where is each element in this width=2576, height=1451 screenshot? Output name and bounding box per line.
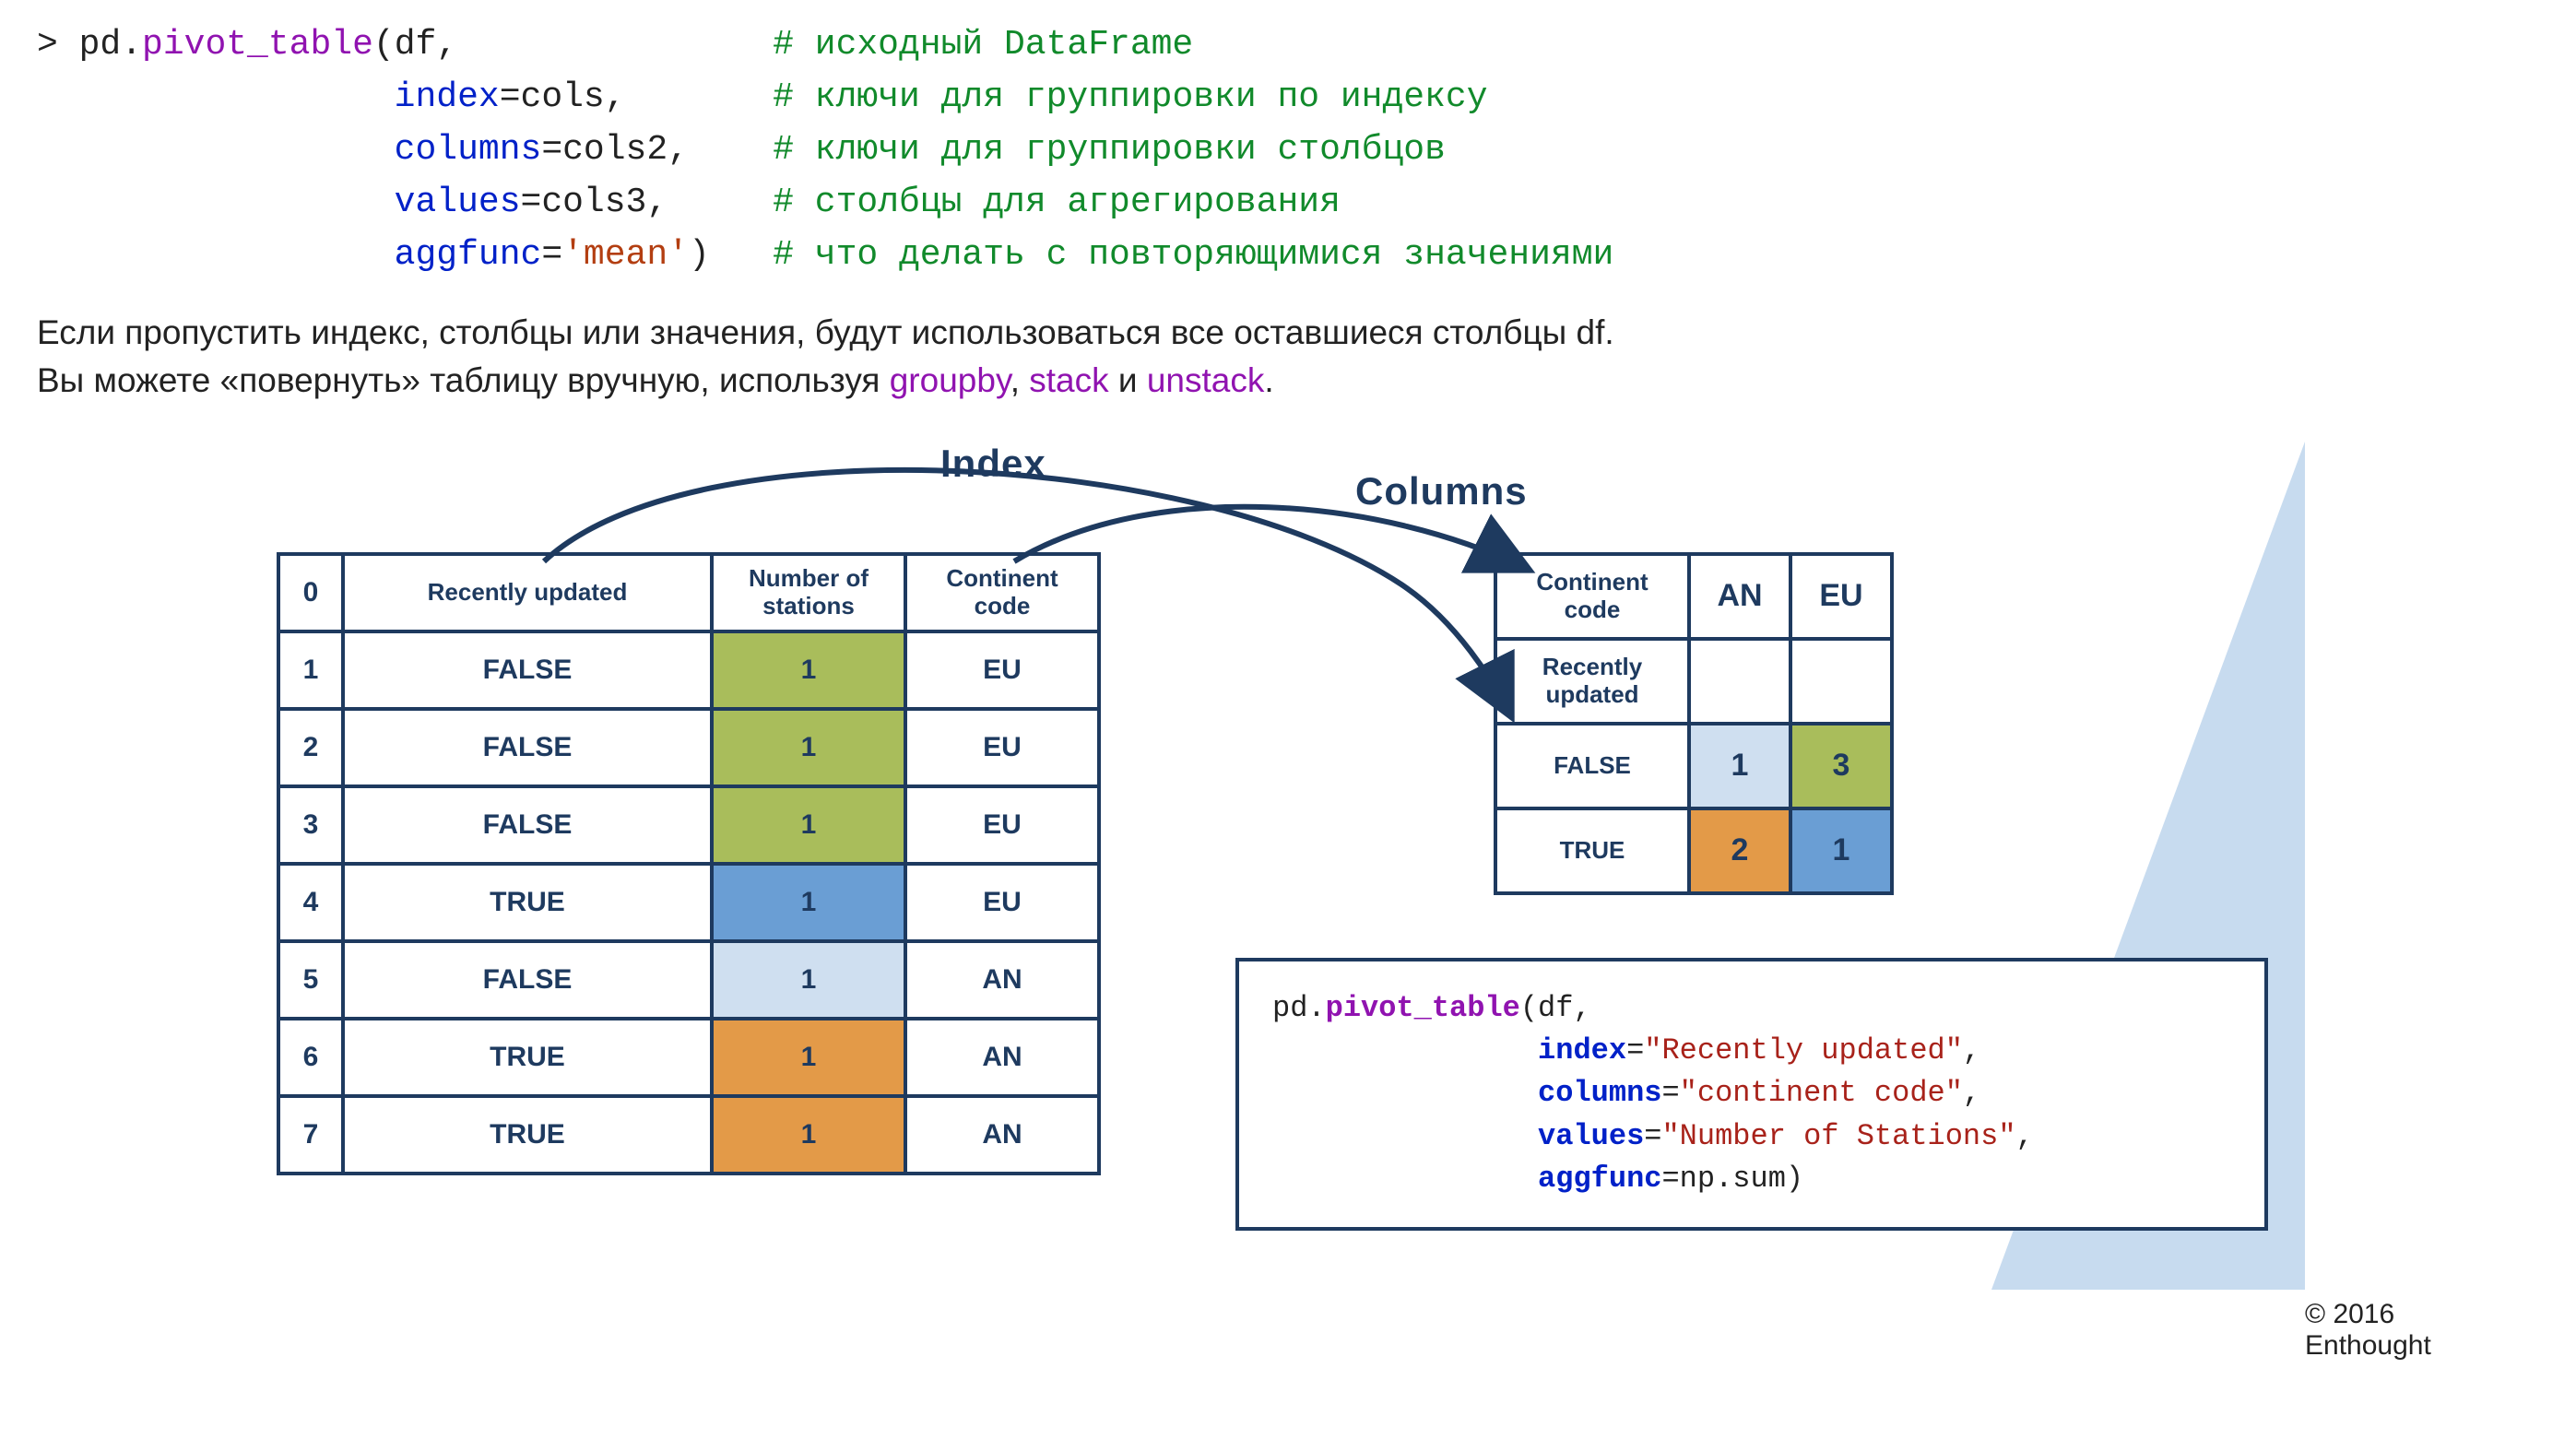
table-row: 4TRUE1EU [278,864,1099,941]
example-code: pd.pivot_table(df, index="Recently updat… [1235,958,2268,1231]
label-index: Index [940,442,1046,486]
diagram: Index Columns 0 Recently updated Number … [277,442,2305,1345]
table-row: 7TRUE1AN [278,1096,1099,1174]
label-columns: Columns [1355,469,1528,513]
table-row: 3FALSE1EU [278,786,1099,864]
copyright: © 2016 Enthought [2305,1299,2431,1362]
link-unstack: unstack [1147,361,1265,399]
table-row: 6TRUE1AN [278,1019,1099,1096]
code-signature: > pd.pivot_table(df, # исходный DataFram… [37,18,2539,281]
pivot-table: Continentcode AN EU Recentlyupdated FALS… [1494,552,1894,895]
table-header-row: 0 Recently updated Number ofstations Con… [278,554,1099,631]
source-table: 0 Recently updated Number ofstations Con… [277,552,1101,1175]
link-groupby: groupby [890,361,1010,399]
table-row: 1FALSE1EU [278,631,1099,709]
table-row: 2FALSE1EU [278,709,1099,786]
table-row: 5FALSE1AN [278,941,1099,1019]
link-stack: stack [1029,361,1108,399]
explanation-text: Если пропустить индекс, столбцы или знач… [37,309,2539,405]
